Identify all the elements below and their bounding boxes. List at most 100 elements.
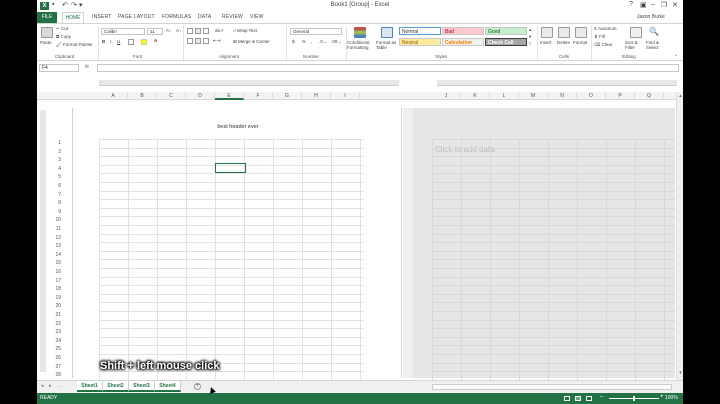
prev-sheet-icon[interactable]: ◂ <box>41 383 44 389</box>
merge-center-button[interactable]: ⊞ Merge & Center <box>233 39 270 45</box>
row-header-16[interactable]: 16 <box>51 268 63 277</box>
zoom-in-icon[interactable]: + <box>660 394 664 400</box>
row-header-12[interactable]: 12 <box>51 234 63 243</box>
style-good[interactable]: Good <box>485 27 527 35</box>
row-header-15[interactable]: 15 <box>51 259 63 268</box>
column-header-i[interactable]: I <box>331 92 360 100</box>
style-calculation[interactable]: Calculation <box>442 38 484 46</box>
row-header-21[interactable]: 21 <box>51 311 63 320</box>
sheet-tab-sheet4[interactable]: Sheet4 <box>155 381 181 392</box>
fill-color-icon[interactable] <box>141 39 147 45</box>
close-icon[interactable]: ✕ <box>672 1 678 9</box>
insert-cells-icon[interactable] <box>541 27 553 38</box>
percent-button[interactable]: % <box>302 39 306 44</box>
row-header-26[interactable]: 26 <box>51 354 63 363</box>
active-cell-e4[interactable] <box>215 163 246 173</box>
comma-button[interactable]: , <box>311 39 312 44</box>
shrink-font-icon[interactable]: A↓ <box>176 28 181 33</box>
row-header-25[interactable]: 25 <box>51 345 63 354</box>
format-as-table-button[interactable]: Format as Table <box>376 40 398 50</box>
wrap-text-button[interactable]: ⤶ Wrap Text <box>233 28 257 33</box>
ribbon-display-icon[interactable]: ▣ <box>640 1 647 9</box>
row-header-11[interactable]: 11 <box>51 225 63 234</box>
row-header-6[interactable]: 6 <box>51 182 63 191</box>
row-header-10[interactable]: 10 <box>51 216 63 225</box>
column-header-b[interactable]: B <box>128 92 157 100</box>
row-header-18[interactable]: 18 <box>51 285 63 294</box>
zoom-slider-knob[interactable] <box>633 396 635 401</box>
column-header-l[interactable]: L <box>490 92 519 100</box>
font-size-select[interactable]: 11 <box>147 28 163 35</box>
formula-input[interactable] <box>97 64 679 72</box>
scroll-up-icon[interactable]: ▴ <box>677 93 683 99</box>
format-cells-icon[interactable] <box>575 27 587 38</box>
row-header-27[interactable]: 27 <box>51 363 63 372</box>
sheet-tab-sheet1[interactable]: Sheet1 <box>77 381 103 392</box>
bold-button[interactable]: B <box>102 39 105 44</box>
row-header-14[interactable]: 14 <box>51 251 63 260</box>
row-header-22[interactable]: 22 <box>51 320 63 329</box>
tab-view[interactable]: VIEW <box>250 14 264 20</box>
row-header-5[interactable]: 5 <box>51 173 63 182</box>
autosum-button[interactable]: Σ AutoSum <box>594 26 617 31</box>
column-header-p[interactable]: P <box>606 92 635 100</box>
page-layout-view-icon[interactable] <box>575 396 581 401</box>
column-header-g[interactable]: G <box>273 92 302 100</box>
row-header-2[interactable]: 2 <box>51 148 63 157</box>
copy-button[interactable]: ⧉ Copy <box>56 34 71 39</box>
grow-font-icon[interactable]: A↑ <box>166 28 171 33</box>
help-icon[interactable]: ? <box>629 1 633 8</box>
delete-button[interactable]: Delete <box>557 40 570 45</box>
page-break-view-icon[interactable] <box>586 396 592 401</box>
borders-icon[interactable] <box>128 39 134 45</box>
format-painter-button[interactable]: 🖌 Format Painter <box>56 42 93 48</box>
tab-file[interactable]: FILE <box>37 12 57 23</box>
currency-button[interactable]: $ <box>292 39 295 44</box>
tab-review[interactable]: REVIEW <box>222 14 243 20</box>
column-header-h[interactable]: H <box>302 92 331 100</box>
style-check-cell[interactable]: Check Cell <box>485 38 527 46</box>
sort-filter-button[interactable]: Sort & Filter <box>625 40 641 50</box>
paste-button[interactable]: Paste <box>40 40 52 45</box>
style-neutral[interactable]: Neutral <box>399 38 441 46</box>
column-header-q[interactable]: Q <box>635 92 664 100</box>
row-header-17[interactable]: 17 <box>51 277 63 286</box>
tab-home[interactable]: HOME <box>62 12 84 23</box>
format-button[interactable]: Format <box>573 40 587 45</box>
conditional-formatting-icon[interactable] <box>354 27 366 38</box>
fx-icon[interactable]: fx <box>85 64 89 70</box>
row-header-1[interactable]: 1 <box>51 139 63 148</box>
more-sheets-icon[interactable]: … <box>57 383 62 389</box>
insert-button[interactable]: Insert <box>540 40 551 45</box>
align-right-icon[interactable] <box>203 38 209 44</box>
next-sheet-icon[interactable]: ▸ <box>49 383 52 389</box>
sort-filter-icon[interactable] <box>630 27 642 38</box>
column-header-j[interactable]: J <box>432 92 461 100</box>
scroll-down-icon[interactable]: ▾ <box>677 370 683 376</box>
tab-formulas[interactable]: FORMULAS <box>162 14 191 20</box>
tab-page-layout[interactable]: PAGE LAYOUT <box>118 14 155 20</box>
row-header-13[interactable]: 13 <box>51 242 63 251</box>
italic-button[interactable]: I <box>110 39 111 44</box>
column-header-k[interactable]: K <box>461 92 490 100</box>
orientation-icon[interactable]: ab↗ <box>215 28 224 34</box>
sheet-tab-sheet3[interactable]: Sheet3 <box>129 381 155 392</box>
vertical-scrollbar[interactable]: ▴ ▾ <box>676 92 683 380</box>
sheet-tab-sheet2[interactable]: Sheet2 <box>103 381 129 392</box>
collapse-ribbon-icon[interactable]: ⌃ <box>674 54 678 60</box>
decrease-decimal-icon[interactable]: .00→ <box>331 39 342 44</box>
styles-more-icon[interactable]: ▿ <box>529 41 531 47</box>
style-bad[interactable]: Bad <box>442 27 484 35</box>
column-header-n[interactable]: N <box>548 92 577 100</box>
indent-icon[interactable]: ⇤⇥ <box>213 38 221 44</box>
column-header-f[interactable]: F <box>244 92 273 100</box>
horizontal-scrollbar[interactable] <box>432 384 672 390</box>
restore-icon[interactable]: ❐ <box>661 1 667 9</box>
find-select-icon[interactable]: 🔍 <box>649 27 659 36</box>
tab-insert[interactable]: INSERT <box>92 14 111 20</box>
name-box[interactable]: F4 <box>39 64 79 72</box>
normal-view-icon[interactable] <box>564 396 570 401</box>
find-select-button[interactable]: Find & Select <box>646 40 666 50</box>
minimize-icon[interactable]: – <box>651 1 655 8</box>
styles-scroll-down-icon[interactable]: ▾ <box>529 34 531 40</box>
